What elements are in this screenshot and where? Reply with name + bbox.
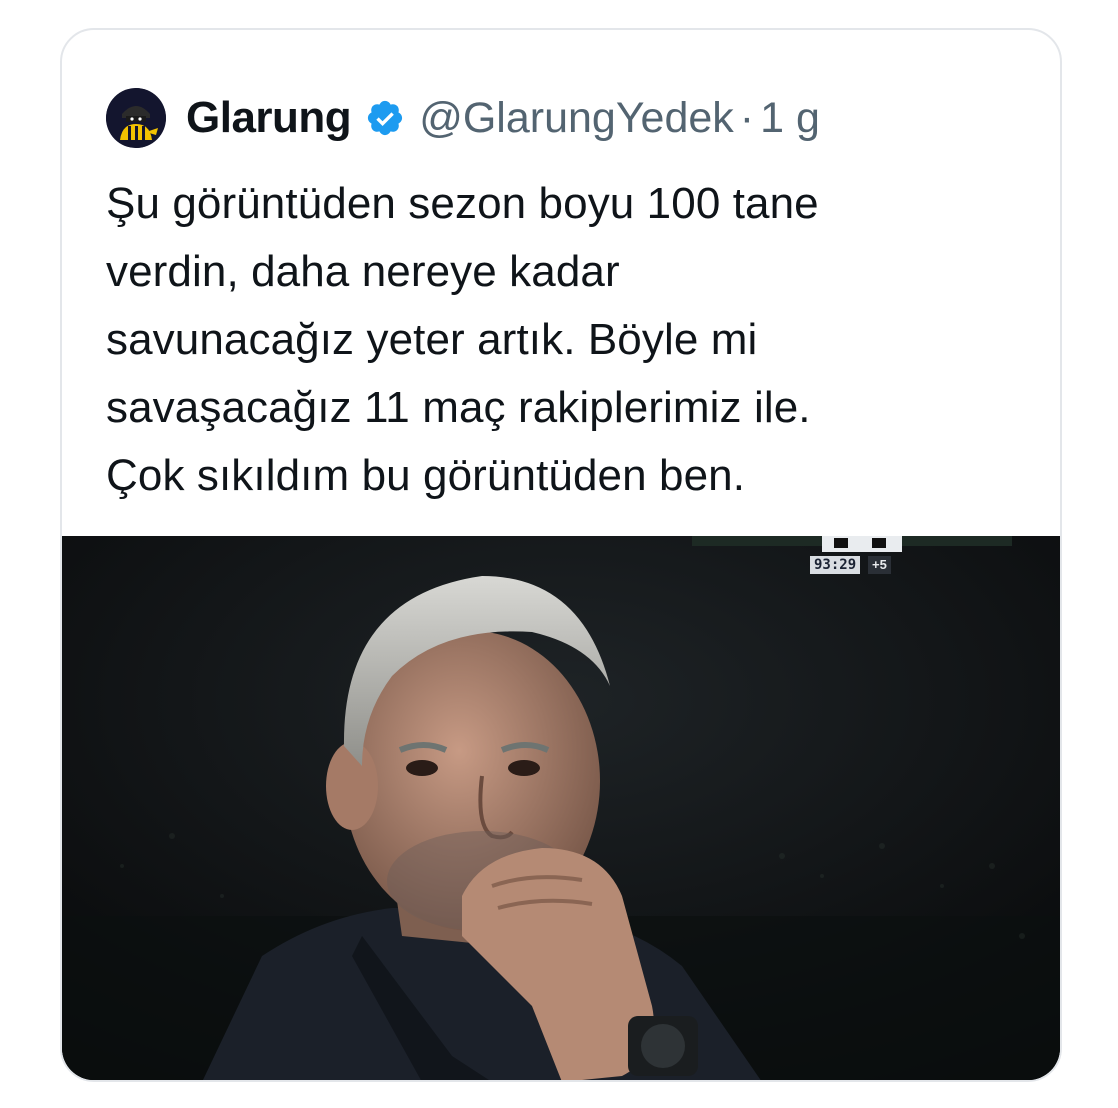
separator-dot: · — [739, 93, 755, 142]
tweet-media-image[interactable]: 93:29 +5 — [62, 536, 1060, 1080]
user-handle[interactable]: @GlarungYedek — [419, 94, 734, 143]
scoreboard-overlay: 93:29 +5 — [678, 536, 1018, 580]
added-time: +5 — [868, 556, 891, 574]
tweet-header: Glarung @GlarungYedek · 1 g — [106, 86, 820, 150]
match-clock: 93:29 — [810, 556, 861, 574]
tweet-text: Şu görüntüden sezon boyu 100 tane verdin… — [106, 179, 819, 500]
avatar-image — [106, 88, 166, 148]
media-photo — [62, 536, 1060, 1080]
display-name[interactable]: Glarung — [186, 93, 352, 143]
avatar[interactable] — [106, 88, 166, 148]
verified-badge-icon — [365, 98, 405, 138]
tweet-timestamp[interactable]: 1 g — [760, 94, 820, 143]
tweet-card[interactable]: Glarung @GlarungYedek · 1 g Şu görüntüde… — [60, 28, 1062, 1082]
